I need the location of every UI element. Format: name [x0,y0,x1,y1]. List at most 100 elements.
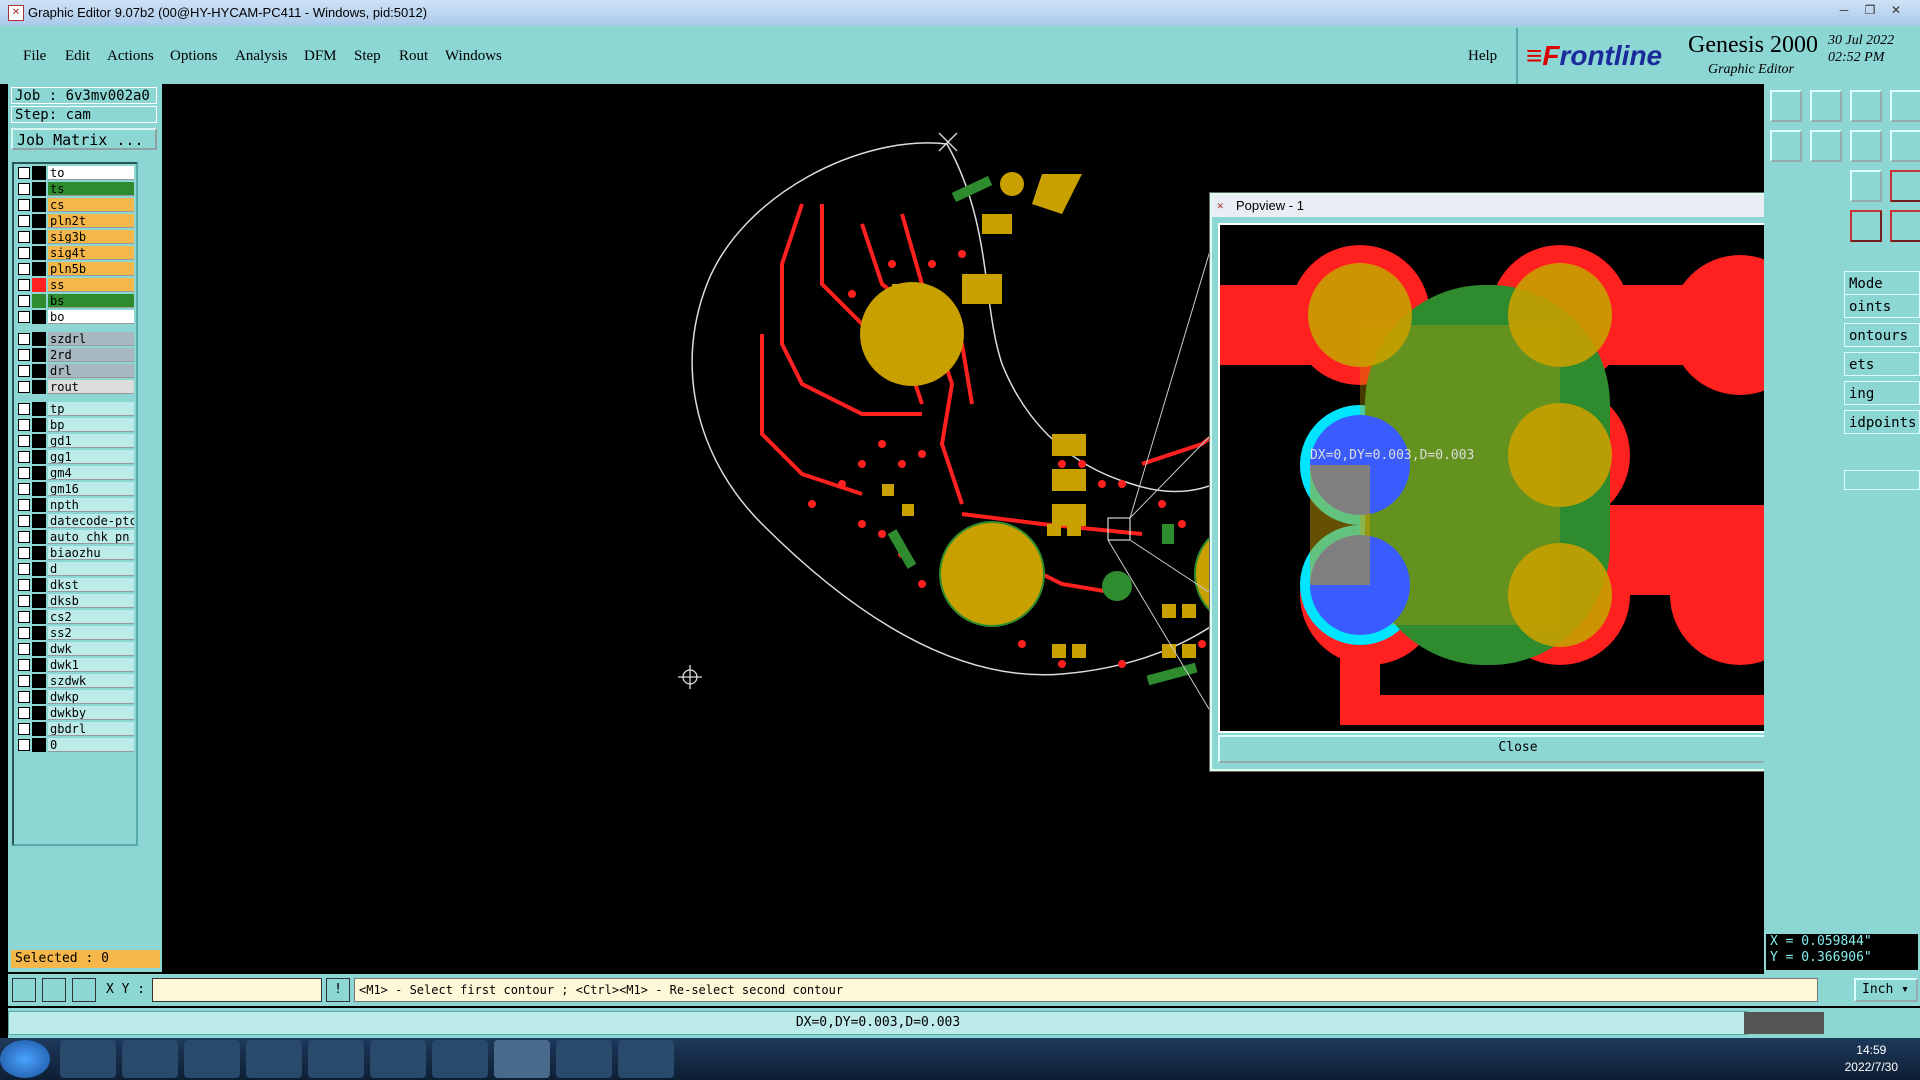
tool-button[interactable] [1850,130,1882,162]
tool-button[interactable] [1850,210,1882,242]
taskbar-app[interactable] [556,1040,612,1078]
layer-checkbox[interactable] [18,691,30,703]
menu-analysis[interactable]: Analysis [235,48,288,65]
layer-checkbox[interactable] [18,333,30,345]
layer-row[interactable]: d [16,562,134,576]
layer-checkbox[interactable] [18,499,30,511]
taskbar-app[interactable] [618,1040,674,1078]
layer-row[interactable]: dwk [16,642,134,656]
layer-row[interactable]: sig4t [16,246,134,260]
layer-row[interactable]: 0 [16,738,134,752]
mode-contours[interactable]: ontours [1844,323,1920,347]
layer-swatch[interactable] [32,310,46,324]
layer-row[interactable]: szdwk [16,674,134,688]
layer-checkbox[interactable] [18,263,30,275]
layer-swatch[interactable] [32,278,46,292]
layer-row[interactable]: biaozhu [16,546,134,560]
layer-row[interactable]: dwk1 [16,658,134,672]
mode-points[interactable]: oints [1844,294,1920,318]
taskbar-app-active[interactable] [494,1040,550,1078]
layer-row[interactable]: bs [16,294,134,308]
layer-row[interactable]: auto_chk_pn [16,530,134,544]
layer-swatch[interactable] [32,642,46,656]
layer-checkbox[interactable] [18,467,30,479]
layer-row[interactable]: pln5b [16,262,134,276]
layer-checkbox[interactable] [18,215,30,227]
layer-row[interactable]: gg1 [16,450,134,464]
start-button[interactable] [0,1040,50,1078]
popview-close-button[interactable]: Close [1218,735,1818,763]
popview-window[interactable]: Popview - 1 ✕ ✕ DX=0,DY=0.00 [1210,193,1844,771]
layer-checkbox[interactable] [18,739,30,751]
menu-options[interactable]: Options [170,48,218,65]
taskbar-app[interactable] [308,1040,364,1078]
layer-checkbox[interactable] [18,563,30,575]
layer-swatch[interactable] [32,294,46,308]
layer-swatch[interactable] [32,594,46,608]
layer-row[interactable]: 2rd [16,348,134,362]
layer-row[interactable]: cs [16,198,134,212]
help-tool-button[interactable] [1890,170,1920,202]
tool-button[interactable] [1810,130,1842,162]
layer-checkbox[interactable] [18,627,30,639]
layer-row[interactable]: dkst [16,578,134,592]
minimize-button[interactable]: ─ [1832,2,1856,18]
layer-swatch[interactable] [32,450,46,464]
layer-row[interactable]: sig3b [16,230,134,244]
layer-swatch[interactable] [32,332,46,346]
layer-checkbox[interactable] [18,531,30,543]
layer-checkbox[interactable] [18,515,30,527]
tool-button[interactable] [1890,90,1920,122]
system-clock[interactable]: 14:59 2022/7/30 [1845,1042,1898,1076]
popview-canvas[interactable]: DX=0,DY=0.003,D=0.003 [1218,223,1802,733]
layer-row[interactable]: tp [16,402,134,416]
layer-checkbox[interactable] [18,381,30,393]
layer-checkbox[interactable] [18,547,30,559]
layer-row[interactable]: ss [16,278,134,292]
layer-swatch[interactable] [32,246,46,260]
layer-swatch[interactable] [32,380,46,394]
layer-row[interactable]: drl [16,364,134,378]
layer-checkbox[interactable] [18,435,30,447]
layer-swatch[interactable] [32,738,46,752]
layer-checkbox[interactable] [18,595,30,607]
layer-row[interactable]: ss2 [16,626,134,640]
layer-checkbox[interactable] [18,579,30,591]
close-window-button[interactable]: ✕ [1884,2,1908,18]
layer-swatch[interactable] [32,214,46,228]
menu-rout[interactable]: Rout [399,48,428,65]
layer-swatch[interactable] [32,166,46,180]
menu-edit[interactable]: Edit [65,48,90,65]
layer-swatch[interactable] [32,546,46,560]
layer-swatch[interactable] [32,514,46,528]
layer-checkbox[interactable] [18,403,30,415]
layer-checkbox[interactable] [18,483,30,495]
layer-swatch[interactable] [32,722,46,736]
layer-swatch[interactable] [32,230,46,244]
layer-swatch[interactable] [32,578,46,592]
layer-checkbox[interactable] [18,231,30,243]
menu-windows[interactable]: Windows [445,48,502,65]
menu-file[interactable]: File [23,48,46,65]
taskbar-app[interactable] [122,1040,178,1078]
taskbar-app[interactable] [370,1040,426,1078]
layer-swatch[interactable] [32,482,46,496]
layer-row[interactable]: gm4 [16,466,134,480]
layer-row[interactable]: bo [16,310,134,324]
layer-checkbox[interactable] [18,199,30,211]
layer-swatch[interactable] [32,498,46,512]
taskbar-app[interactable] [432,1040,488,1078]
tool-button[interactable] [1890,130,1920,162]
tool-button[interactable] [1850,170,1882,202]
layer-swatch[interactable] [32,610,46,624]
layer-checkbox[interactable] [18,295,30,307]
xy-input[interactable] [152,978,322,1002]
layer-checkbox[interactable] [18,247,30,259]
info-icon[interactable]: ! [326,978,350,1002]
menu-dfm[interactable]: DFM [304,48,337,65]
layer-checkbox[interactable] [18,183,30,195]
tool-button[interactable] [1850,90,1882,122]
maximize-button[interactable]: ❐ [1858,2,1882,18]
layer-checkbox[interactable] [18,349,30,361]
menu-step[interactable]: Step [354,48,381,65]
